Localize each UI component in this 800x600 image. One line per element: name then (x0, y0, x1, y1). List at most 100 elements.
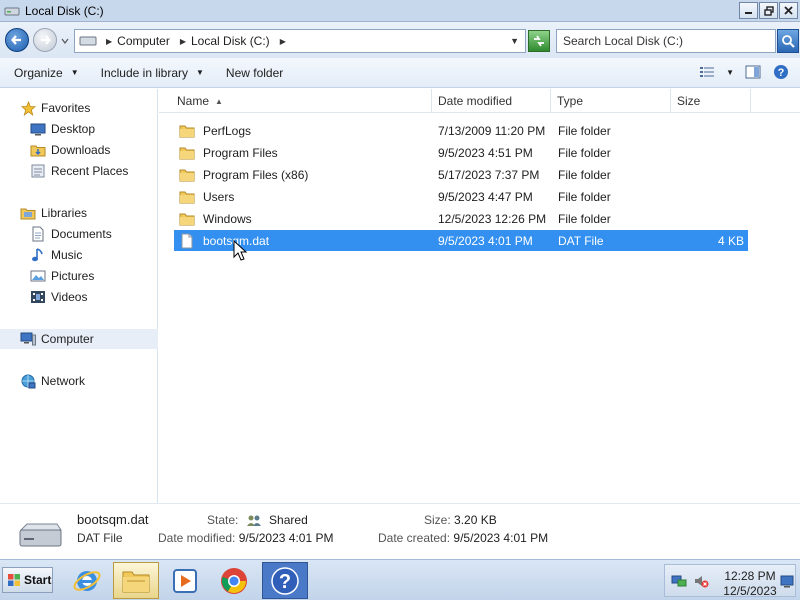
breadcrumb-separator-icon[interactable]: ▶ (280, 37, 286, 46)
search-button[interactable] (777, 29, 799, 53)
organize-menu[interactable]: Organize ▼ (14, 66, 79, 80)
start-label: Start (24, 573, 52, 587)
folder-icon (179, 191, 195, 203)
folder-icon (179, 213, 195, 225)
nav-music[interactable]: Music (0, 245, 158, 265)
start-button[interactable]: Start (2, 567, 53, 593)
file-date: 9/5/2023 4:51 PM (438, 145, 533, 160)
chrome-icon (221, 567, 247, 594)
file-date: 9/5/2023 4:01 PM (438, 233, 533, 248)
clock[interactable]: 12:28 PM 12/5/2023 (721, 569, 779, 599)
column-header-type[interactable]: Type (551, 89, 671, 113)
file-row[interactable]: Program Files 9/5/2023 4:51 PM File fold… (174, 142, 748, 163)
arrow-left-icon (11, 35, 21, 45)
nav-documents[interactable]: Documents (0, 224, 158, 244)
nav-recent-places[interactable]: Recent Places (0, 161, 158, 181)
details-state-value: Shared (269, 513, 308, 527)
refresh-button[interactable] (528, 30, 550, 52)
nav-videos[interactable]: Videos (0, 287, 158, 307)
column-header-size[interactable]: Size (671, 89, 751, 113)
command-bar: Organize ▼ Include in library ▼ New fold… (0, 58, 800, 88)
taskbar-chrome[interactable] (211, 562, 257, 599)
nav-favorites[interactable]: Favorites (0, 98, 158, 118)
nav-favorites-label: Favorites (41, 101, 91, 115)
nav-downloads-label: Downloads (51, 143, 111, 157)
pictures-icon (30, 270, 46, 282)
recent-pages-chevron-icon[interactable] (60, 36, 70, 46)
restore-icon (763, 5, 774, 16)
breadcrumb-separator-icon[interactable]: ▶ (106, 37, 112, 46)
column-header-date-modified[interactable]: Date modified (432, 89, 551, 113)
details-state: State: Shared (207, 513, 308, 528)
taskbar-internet-explorer[interactable] (64, 562, 110, 599)
taskbar-file-explorer[interactable] (113, 562, 159, 599)
nav-recent-places-label: Recent Places (51, 164, 129, 178)
taskbar-help[interactable]: ? (262, 562, 308, 599)
close-button[interactable] (779, 2, 798, 19)
volume-muted-icon[interactable] (693, 573, 709, 589)
nav-network[interactable]: Network (0, 371, 158, 391)
close-icon (784, 6, 793, 15)
nav-computer-label: Computer (41, 332, 94, 346)
file-row-selected[interactable]: bootsqm.dat 9/5/2023 4:01 PM DAT File 4 … (174, 230, 748, 251)
column-header-name[interactable]: Name ▲ (171, 89, 432, 113)
folder-icon (179, 169, 195, 181)
breadcrumb-computer[interactable]: Computer (117, 34, 170, 48)
nav-desktop-label: Desktop (51, 122, 96, 136)
help-icon: ? (774, 65, 788, 79)
address-box[interactable]: ▶ Computer ▶ Local Disk (C:) ▶ ▼ (74, 29, 526, 53)
nav-pictures[interactable]: Pictures (0, 266, 158, 286)
include-in-library-menu[interactable]: Include in library ▼ (101, 66, 204, 80)
file-type: File folder (558, 145, 611, 160)
windows-flag-icon (8, 574, 20, 586)
breadcrumb-local-disk[interactable]: Local Disk (C:) (191, 34, 270, 48)
file-row[interactable]: Windows 12/5/2023 12:26 PM File folder (174, 208, 748, 229)
column-header-name-label: Name (177, 94, 210, 108)
forward-button[interactable] (33, 28, 57, 52)
change-view-button[interactable] (698, 63, 716, 81)
clock-time: 12:28 PM (724, 569, 776, 583)
nav-computer[interactable]: Computer (0, 329, 158, 349)
file-row[interactable]: Users 9/5/2023 4:47 PM File folder (174, 186, 748, 207)
view-options-caret-icon[interactable]: ▼ (726, 68, 734, 77)
minimize-icon (745, 12, 752, 14)
nav-libraries[interactable]: Libraries (0, 203, 158, 223)
taskbar-media-player[interactable] (162, 562, 208, 599)
nav-videos-label: Videos (51, 290, 88, 304)
computer-icon (20, 332, 36, 345)
include-in-library-label: Include in library (100, 65, 188, 80)
nav-music-label: Music (51, 248, 83, 262)
details-modified-label: Date modified: (158, 531, 236, 545)
view-list-icon (700, 67, 715, 77)
refresh-icon (534, 35, 544, 47)
breadcrumb-separator-icon[interactable]: ▶ (180, 37, 186, 46)
back-button[interactable] (5, 28, 29, 52)
libraries-icon (20, 208, 36, 220)
arrow-right-icon (41, 35, 51, 45)
minimize-button[interactable] (739, 2, 758, 19)
preview-pane-button[interactable] (744, 63, 762, 81)
search-box[interactable] (556, 29, 776, 53)
navigation-pane: Favorites Desktop Downloads Recent Place… (0, 89, 158, 503)
file-date: 9/5/2023 4:47 PM (438, 189, 533, 204)
file-row[interactable]: Program Files (x86) 5/17/2023 7:37 PM Fi… (174, 164, 748, 185)
nav-desktop[interactable]: Desktop (0, 119, 158, 139)
show-desktop-icon[interactable] (779, 573, 795, 589)
title-bar: Local Disk (C:) (0, 0, 800, 22)
details-file-name: bootsqm.dat (77, 512, 149, 527)
network-tray-icon[interactable] (671, 573, 687, 589)
address-dropdown-icon[interactable]: ▼ (510, 36, 519, 46)
help-button[interactable]: ? (772, 63, 790, 81)
new-folder-button[interactable]: New folder (226, 66, 283, 80)
restore-button[interactable] (759, 2, 778, 19)
network-icon (21, 374, 36, 388)
mouse-cursor-icon (233, 240, 247, 261)
file-name: Windows (203, 211, 252, 226)
file-type: File folder (558, 123, 611, 138)
file-row[interactable]: PerfLogs 7/13/2009 11:20 PM File folder (174, 120, 748, 141)
file-type: File folder (558, 211, 611, 226)
nav-downloads[interactable]: Downloads (0, 140, 158, 160)
clock-date: 12/5/2023 (723, 584, 777, 598)
search-input[interactable] (563, 34, 775, 48)
file-type: DAT File (558, 233, 604, 248)
